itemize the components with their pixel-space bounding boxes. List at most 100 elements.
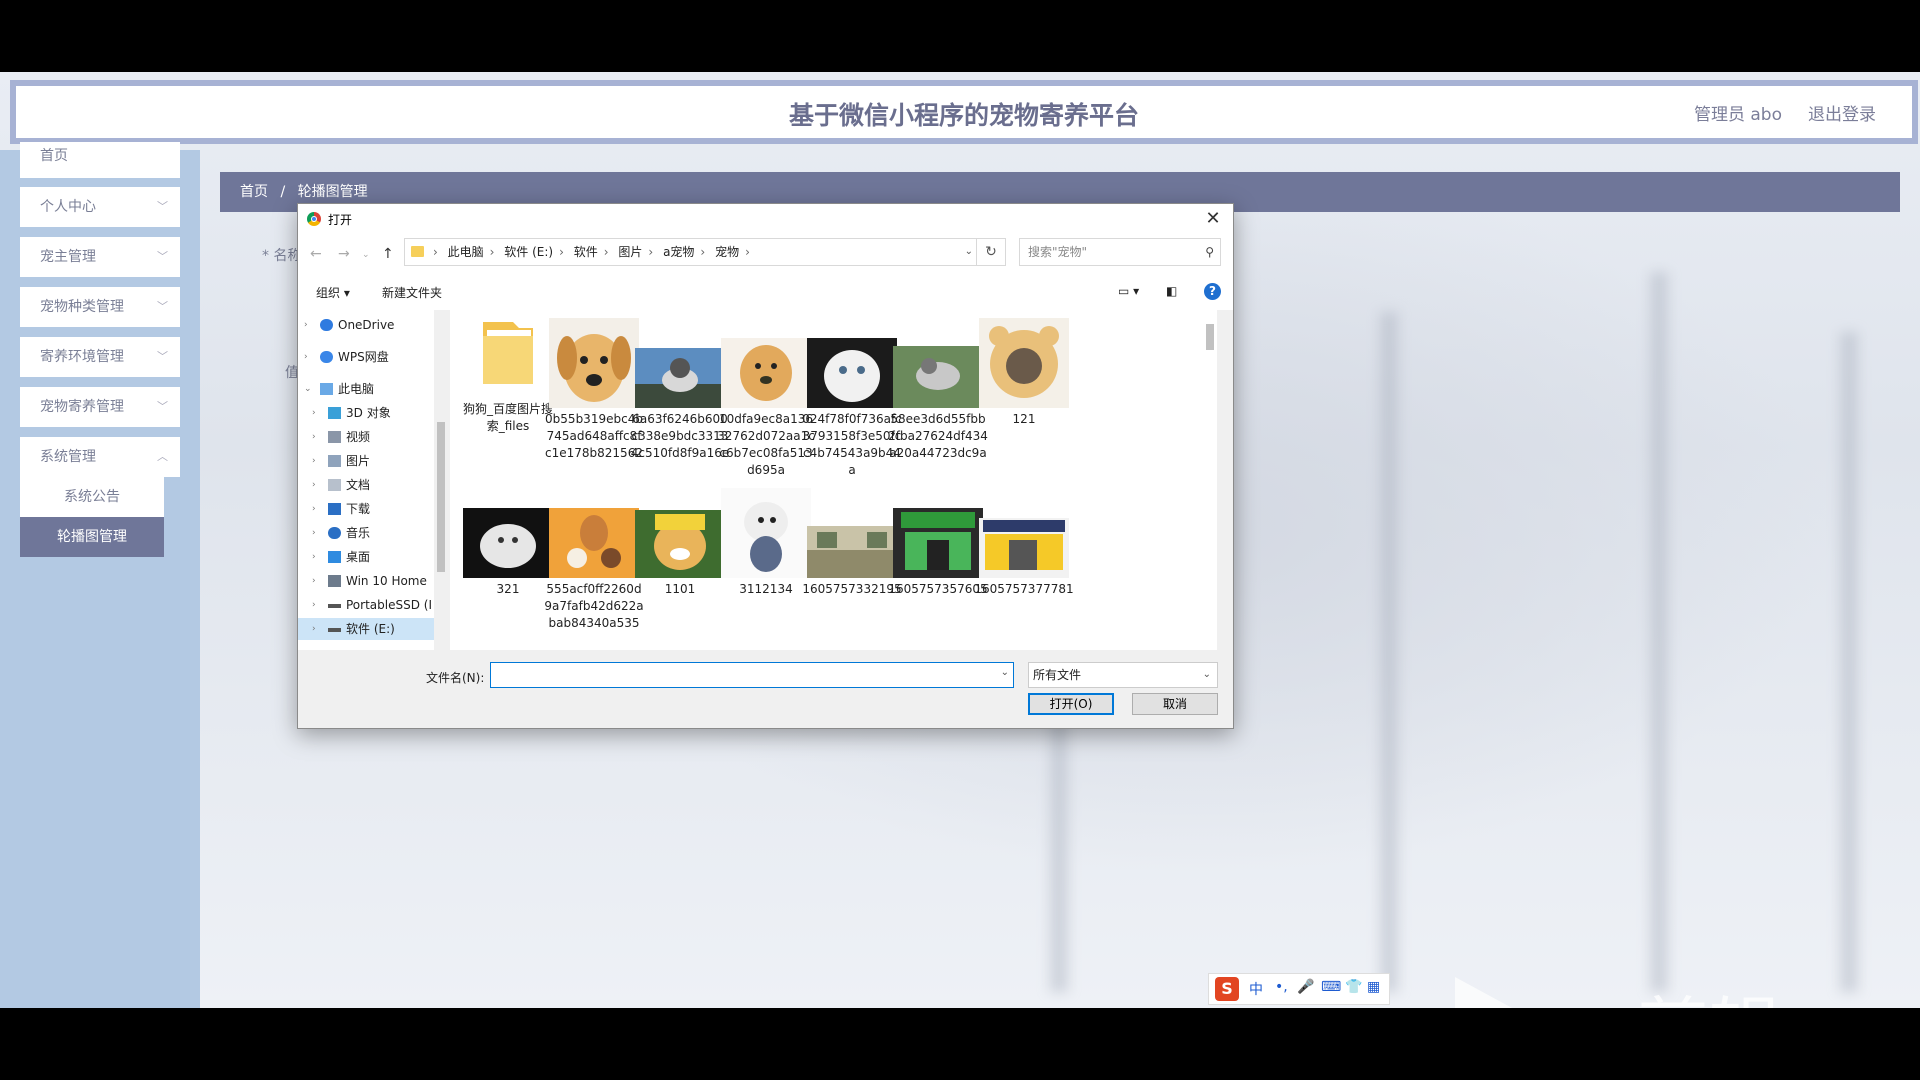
punctuation-icon[interactable]: •,	[1275, 979, 1288, 995]
tree-item-software-e[interactable]: › 软件 (E:)	[298, 618, 436, 640]
file-item-image[interactable]: 0b55b319ebc4b745ad648affc8fc1e178b821562	[544, 318, 644, 462]
view-options-icon[interactable]: ▭ ▾	[1118, 284, 1139, 298]
sidebar-item-owners[interactable]: 宠主管理 ﹀	[20, 237, 180, 277]
address-crumbs: › 此电脑 › 软件 (E:) › 软件 › 图片 › a宠物 › 宠物 ›	[433, 245, 750, 259]
sidebar-item-home[interactable]: 首页	[20, 142, 180, 178]
refresh-icon[interactable]: ↻	[976, 238, 1006, 266]
shiba-image-icon	[635, 510, 725, 578]
sidebar-item-system[interactable]: 系统管理 ︿	[20, 437, 180, 477]
toolbox-icon[interactable]: ▦	[1367, 979, 1380, 995]
chevron-down-icon: ﹀	[157, 350, 168, 363]
tree-item-downloads[interactable]: › 下载	[298, 498, 436, 520]
document-icon	[328, 479, 341, 491]
tree-label: 下载	[346, 502, 371, 516]
file-item-image[interactable]: 58ee3d6d55fbb2fba27624df434a20a44723dc9a	[888, 318, 988, 462]
cancel-button[interactable]: 取消	[1132, 693, 1218, 715]
dialog-footer: 文件名(N): ⌄ 所有文件 ⌄ 打开(O) 取消	[298, 650, 1233, 728]
back-icon[interactable]: ←	[310, 246, 322, 262]
tree-item-pictures[interactable]: › 图片	[298, 450, 436, 472]
file-item-image[interactable]: 024f78f0f736afc3793158f3e50fcc4b74543a9b…	[802, 318, 902, 479]
file-item-image[interactable]: 1101	[630, 488, 730, 598]
new-folder-button[interactable]: 新建文件夹	[382, 284, 442, 301]
scroll-thumb[interactable]	[1206, 324, 1214, 350]
file-item-image[interactable]: 10dfa9ec8a13632762d072aa1cc6b7ec08fa513d…	[716, 318, 816, 479]
cloud-icon	[320, 351, 333, 363]
open-button[interactable]: 打开(O)	[1028, 693, 1114, 715]
file-name: 3112134	[739, 582, 793, 596]
chevron-down-icon: ﹀	[157, 200, 168, 213]
file-item-image[interactable]: 1605757357605	[888, 488, 988, 598]
keyboard-icon[interactable]: ⌨	[1321, 979, 1341, 995]
breadcrumb-home[interactable]: 首页	[240, 184, 268, 200]
preview-pane-icon[interactable]: ◧	[1166, 284, 1177, 298]
submenu-carousel[interactable]: 轮播图管理	[20, 517, 164, 557]
dialog-titlebar: 打开 ✕	[298, 204, 1233, 234]
tree-label: 3D 对象	[346, 406, 391, 420]
tree-item-3d[interactable]: › 3D 对象	[298, 402, 436, 424]
tree-item-music[interactable]: › 音乐	[298, 522, 436, 544]
filetype-select[interactable]: 所有文件 ⌄	[1028, 662, 1218, 688]
file-item-image[interactable]: 1605757377781	[974, 488, 1074, 598]
sidebar-item-label: 寄养环境管理	[40, 349, 124, 365]
file-item-image[interactable]: 6a63f6246b600c338e9bdc33134c510fd8f9a16e	[630, 318, 730, 462]
chevron-up-icon: ︿	[157, 450, 168, 463]
tree-item-documents[interactable]: › 文档	[298, 474, 436, 496]
tree-label: Win 10 Home	[346, 574, 427, 588]
scroll-thumb[interactable]	[437, 422, 445, 572]
sidebar-item-boarding[interactable]: 宠物寄养管理 ﹀	[20, 387, 180, 427]
file-item-image[interactable]: 3112134	[716, 488, 816, 598]
tree-item-portablessd[interactable]: › PortableSSD (I	[298, 594, 436, 616]
sidebar-item-profile[interactable]: 个人中心 ﹀	[20, 187, 180, 227]
file-item-image[interactable]: 121	[974, 318, 1074, 428]
address-segment[interactable]: a宠物	[663, 245, 694, 259]
file-item-image[interactable]: 321	[458, 488, 558, 598]
close-button[interactable]: ✕	[1199, 206, 1227, 232]
logout-link[interactable]: 退出登录	[1808, 100, 1876, 125]
open-file-dialog: 打开 ✕ ← → ⌄ ↑ › 此电脑 › 软件 (E:) › 软件 › 图片 › a宠物…	[297, 203, 1234, 729]
file-item-image[interactable]: 1605757332195	[802, 488, 902, 598]
address-segment[interactable]: 软件 (E:)	[504, 245, 553, 259]
file-name: 狗狗_百度图片搜索_files	[462, 402, 553, 433]
file-list-scrollbar[interactable]	[1203, 310, 1217, 650]
address-segment[interactable]: 宠物	[715, 245, 739, 259]
recent-dropdown-icon[interactable]: ⌄	[362, 250, 370, 260]
file-name: 1101	[664, 582, 696, 596]
tree-item-videos[interactable]: › 视频	[298, 426, 436, 448]
tree-item-desktop[interactable]: › 桌面	[298, 546, 436, 568]
skin-icon[interactable]: 👕	[1345, 979, 1362, 995]
tree-label: 软件 (E:)	[346, 622, 395, 636]
address-segment[interactable]: 软件	[574, 245, 598, 259]
filename-input[interactable]: ⌄	[490, 662, 1014, 688]
up-icon[interactable]: ↑	[382, 246, 394, 262]
tree-item-win10[interactable]: › Win 10 Home	[298, 570, 436, 592]
submenu-notice[interactable]: 系统公告	[20, 477, 164, 517]
file-item-image[interactable]: 555acf0ff2260d9a7fafb42d622abab84340a535	[544, 488, 644, 632]
ime-language[interactable]: 中	[1249, 979, 1263, 999]
tree-scrollbar[interactable]	[434, 310, 448, 650]
tree-item-wps[interactable]: › WPS网盘	[298, 346, 436, 368]
tree-label: 音乐	[346, 526, 371, 540]
microphone-icon[interactable]: 🎤	[1297, 979, 1314, 995]
help-icon[interactable]: ?	[1204, 283, 1221, 300]
top-header: 基于微信小程序的宠物寄养平台 管理员 abo 退出登录	[10, 80, 1918, 144]
organize-button[interactable]: 组织 ▾	[316, 284, 350, 301]
file-name: 555acf0ff2260d9a7fafb42d622abab84340a535	[544, 582, 644, 630]
file-item-folder[interactable]: 狗狗_百度图片搜索_files	[458, 318, 558, 435]
chevron-down-icon[interactable]: ⌄	[1001, 667, 1009, 678]
sogou-icon[interactable]: S	[1215, 977, 1239, 1001]
tree-item-this-pc[interactable]: ⌄ 此电脑	[298, 378, 436, 400]
dog-image-icon	[549, 318, 639, 408]
address-dropdown-icon[interactable]: ⌄	[965, 239, 973, 265]
chevron-down-icon: ﹀	[157, 400, 168, 413]
sidebar-item-label: 宠主管理	[40, 249, 96, 265]
address-segment[interactable]: 此电脑	[448, 245, 484, 259]
sidebar-item-pet-types[interactable]: 宠物种类管理 ﹀	[20, 287, 180, 327]
ime-toolbar: S 中 •, 🎤 ⌨ 👕 ▦	[1208, 973, 1390, 1005]
forward-icon[interactable]: →	[338, 246, 350, 262]
search-input[interactable]: 搜索"宠物" ⚲	[1019, 238, 1221, 266]
folder-icon	[483, 322, 533, 384]
sidebar-item-environment[interactable]: 寄养环境管理 ﹀	[20, 337, 180, 377]
address-segment[interactable]: 图片	[618, 245, 642, 259]
address-bar[interactable]: › 此电脑 › 软件 (E:) › 软件 › 图片 › a宠物 › 宠物 › ⌄	[404, 238, 982, 266]
tree-item-onedrive[interactable]: › OneDrive	[298, 314, 436, 336]
